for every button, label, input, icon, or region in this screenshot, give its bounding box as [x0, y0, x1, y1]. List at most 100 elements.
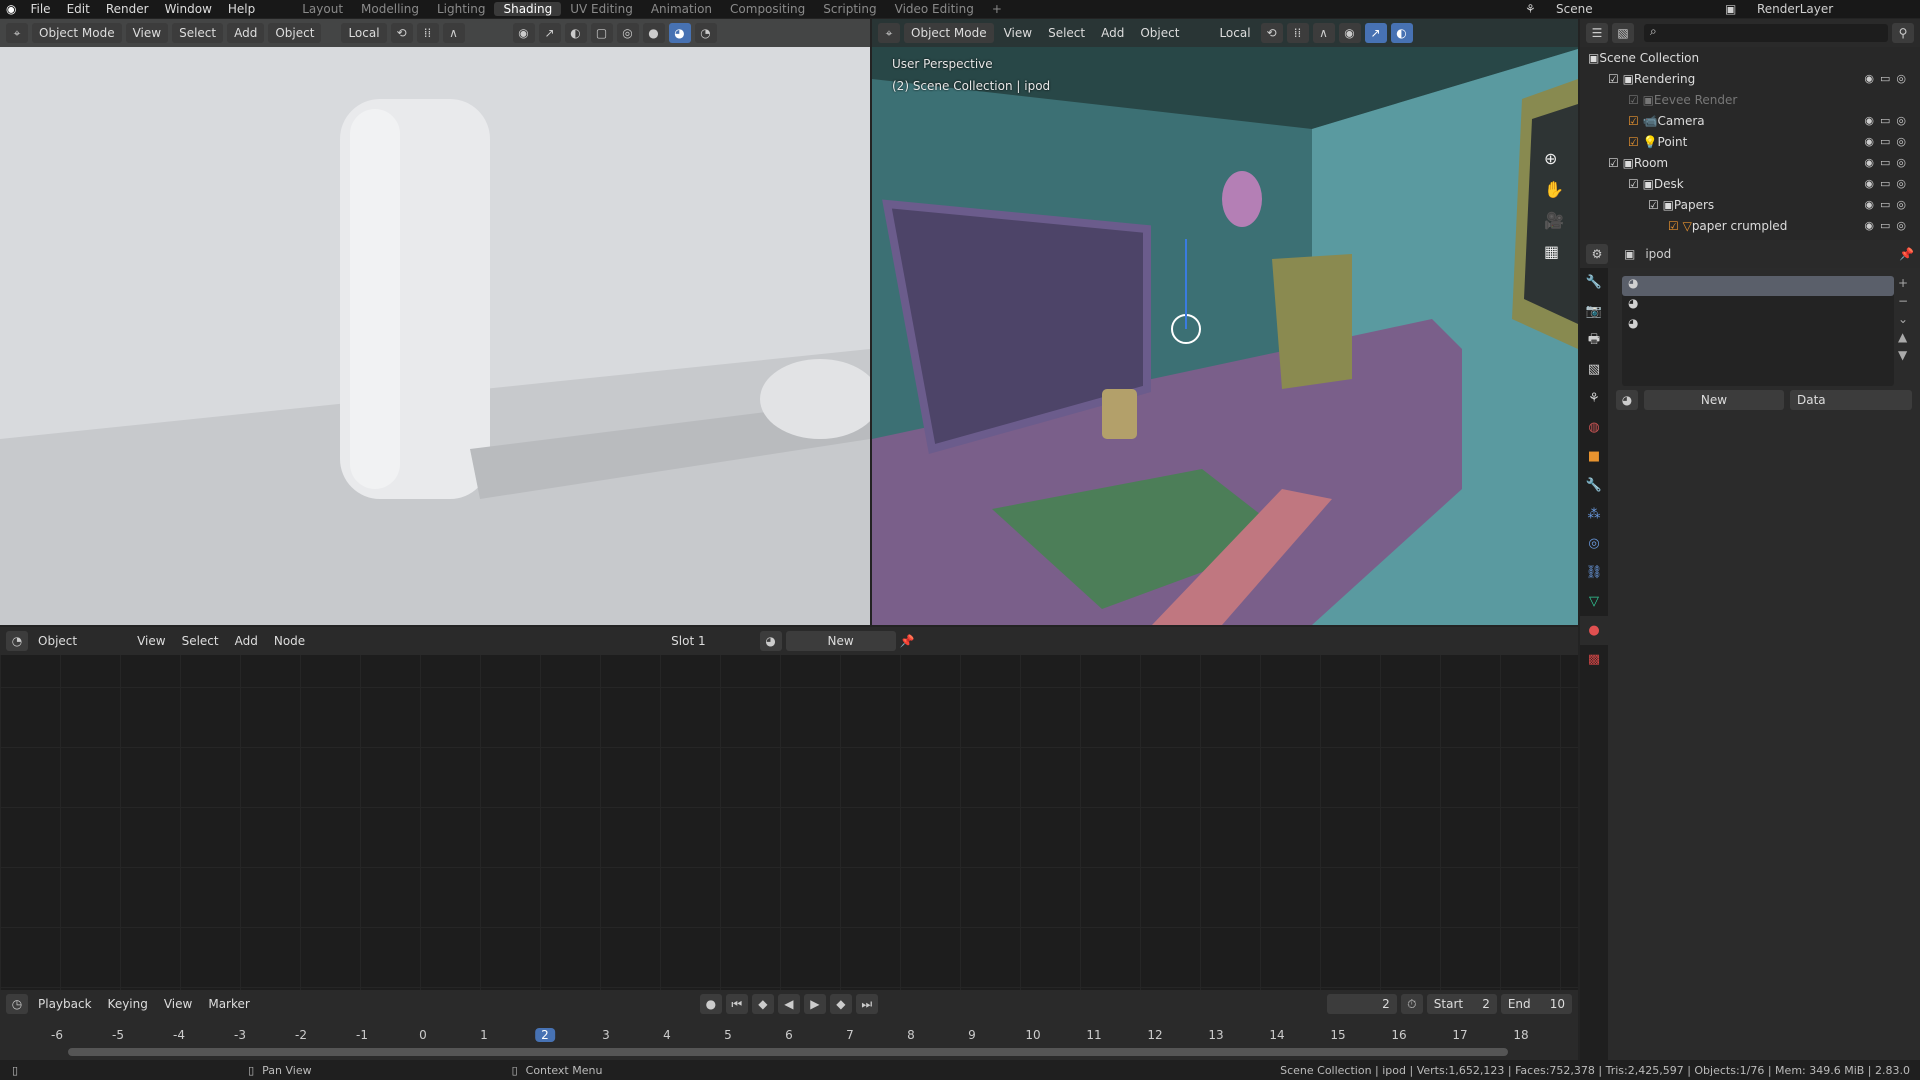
view-layer-name[interactable]: RenderLayer [1757, 2, 1833, 16]
proportional-edit-icon[interactable]: ∧ [442, 23, 465, 43]
pivot-icon[interactable]: ⟲ [1260, 23, 1283, 43]
current-frame-field[interactable]: 2 [1326, 994, 1397, 1014]
zoom-icon[interactable]: ⊕ [1544, 149, 1564, 168]
play-icon[interactable]: ▶ [803, 994, 826, 1014]
menu-keying[interactable]: Keying [102, 997, 154, 1011]
slot-dropdown[interactable]: Slot 1 [665, 634, 711, 648]
menu-view[interactable]: View [158, 997, 198, 1011]
right-viewport-material-preview[interactable]: ⌖ Object Mode View Select Add Object Loc… [872, 19, 1578, 625]
menu-render[interactable]: Render [98, 2, 157, 16]
object-tab-icon[interactable]: ■ [1580, 442, 1608, 471]
outliner-item[interactable]: ☑ ▣ Room ◉▭◎ [1580, 152, 1920, 173]
pan-hand-icon[interactable]: ✋ [1544, 180, 1564, 199]
visibility-toggle-icons[interactable]: ◉▭◎ [1864, 135, 1912, 148]
tool-tab-icon[interactable]: 🔧 [1580, 268, 1608, 297]
render-tab-icon[interactable]: 📷 [1580, 297, 1608, 326]
overlay-icon[interactable]: ◐ [1390, 23, 1413, 43]
play-reverse-icon[interactable]: ◀ [777, 994, 800, 1014]
menu-object[interactable]: Object [1134, 26, 1185, 40]
menu-help[interactable]: Help [220, 2, 263, 16]
outliner-item[interactable]: ☑ 📹 Camera ◉▭◎ [1580, 110, 1920, 131]
add-workspace-button[interactable]: + [983, 2, 1011, 16]
tab-compositing[interactable]: Compositing [721, 2, 814, 16]
tab-lighting[interactable]: Lighting [428, 2, 495, 16]
tab-shading[interactable]: Shading [494, 2, 562, 16]
solid-shading-icon[interactable]: ● [642, 23, 665, 43]
menu-view[interactable]: View [131, 634, 171, 648]
link-dropdown[interactable]: Data [1790, 390, 1912, 410]
menu-select[interactable]: Select [176, 634, 225, 648]
constraints-tab-icon[interactable]: ⛓ [1580, 558, 1608, 587]
menu-add[interactable]: Add [227, 23, 265, 43]
browse-material-icon[interactable]: ◕ [1616, 390, 1638, 410]
outliner-search-input[interactable]: ⌕ [1644, 24, 1888, 42]
physics-tab-icon[interactable]: ◎ [1580, 529, 1608, 558]
orientation-dropdown[interactable]: Local [1213, 26, 1256, 40]
xray-icon[interactable]: ▢ [590, 23, 613, 43]
left-viewport-rendered[interactable]: ⌖ Object Mode View Select Add Object Loc… [0, 19, 870, 625]
menu-add[interactable]: Add [229, 634, 264, 648]
scene-icon[interactable]: ⚘ [1525, 2, 1536, 16]
snap-icon[interactable]: ⁞⁞ [416, 23, 439, 43]
slot-specials-button[interactable]: ⌄ [1898, 312, 1908, 326]
browse-material-icon[interactable]: ◕ [759, 631, 782, 651]
modifier-tab-icon[interactable]: 🔧 [1580, 471, 1608, 500]
menu-select[interactable]: Select [1042, 26, 1091, 40]
camera-view-icon[interactable]: 🎥 [1544, 211, 1564, 230]
material-shading-icon[interactable]: ◕ [668, 23, 691, 43]
texture-tab-icon[interactable]: ▩ [1580, 645, 1608, 674]
node-editor-type-icon[interactable]: ◔ [6, 631, 28, 651]
start-frame-field[interactable]: Start 2 [1426, 994, 1497, 1014]
pivot-icon[interactable]: ⟲ [390, 23, 413, 43]
menu-add[interactable]: Add [1095, 26, 1130, 40]
outliner-item[interactable]: ☑ ▣ Eevee Render [1580, 89, 1920, 110]
material-slot-1[interactable]: ◕ [1622, 276, 1894, 296]
preview-range-icon[interactable]: ⏱ [1400, 994, 1423, 1014]
visibility-toggle-icons[interactable]: ◉▭◎ [1864, 198, 1912, 211]
overlay-icon[interactable]: ◐ [564, 23, 587, 43]
visibility-toggle-icons[interactable]: ◉▭◎ [1864, 156, 1912, 169]
outliner-item[interactable]: ☑ ▣ Rendering ◉▭◎ [1580, 68, 1920, 89]
move-slot-down-button[interactable]: ▼ [1898, 348, 1908, 362]
timeline-editor-icon[interactable]: ◷ [6, 994, 28, 1014]
pin-icon[interactable]: 📌 [1899, 247, 1914, 261]
visibility-toggle-icons[interactable]: ◉▭◎ [1864, 219, 1912, 232]
view-layer-icon[interactable]: ▣ [1725, 2, 1736, 16]
timeline-scrollbar[interactable] [68, 1048, 1508, 1056]
gizmo-icon[interactable]: ↗ [538, 23, 561, 43]
filter-icon[interactable]: ⚲ [1892, 23, 1914, 43]
outliner-item[interactable]: ☑ ▣ Papers ◉▭◎ [1580, 194, 1920, 215]
tab-uv-editing[interactable]: UV Editing [561, 2, 642, 16]
visibility-icon[interactable]: ◉ [512, 23, 535, 43]
menu-file[interactable]: File [22, 2, 58, 16]
editor-type-icon[interactable]: ⌖ [6, 23, 28, 43]
tab-scripting[interactable]: Scripting [814, 2, 885, 16]
menu-node[interactable]: Node [268, 634, 311, 648]
gizmo-icon[interactable]: ↗ [1364, 23, 1387, 43]
next-keyframe-icon[interactable]: ◆ [829, 994, 852, 1014]
menu-select[interactable]: Select [172, 23, 224, 43]
blender-logo-icon[interactable]: ◉ [0, 2, 22, 16]
world-tab-icon[interactable]: ◍ [1580, 413, 1608, 442]
material-slot-list[interactable]: ◕ ◕ ◕ [1622, 276, 1894, 386]
jump-start-icon[interactable]: ⏮ [725, 994, 748, 1014]
shader-node-editor[interactable]: ◔ Object View Select Add Node Slot 1 ◕ N… [0, 627, 1578, 990]
tab-animation[interactable]: Animation [642, 2, 721, 16]
pin-icon[interactable]: 📌 [900, 634, 915, 648]
new-material-button[interactable]: New [785, 631, 896, 651]
orientation-dropdown[interactable]: Local [341, 23, 387, 43]
outliner-item[interactable]: ☑ ▽ paper crumpled ◉▭◎ [1580, 215, 1920, 236]
visibility-toggle-icons[interactable]: ◉▭◎ [1864, 72, 1912, 85]
outliner-editor-icon[interactable]: ☰ [1586, 23, 1608, 43]
outliner-item[interactable]: ▣ Scene Collection [1580, 47, 1920, 68]
scene-tab-icon[interactable]: ⚘ [1580, 384, 1608, 413]
menu-edit[interactable]: Edit [59, 2, 98, 16]
record-icon[interactable]: ● [699, 994, 722, 1014]
wireframe-shading-icon[interactable]: ◎ [616, 23, 639, 43]
rendered-shading-icon[interactable]: ◔ [694, 23, 717, 43]
data-tab-icon[interactable]: ▽ [1580, 587, 1608, 616]
ortho-grid-icon[interactable]: ▦ [1544, 242, 1564, 261]
mode-dropdown[interactable]: Object Mode [904, 23, 994, 43]
visibility-icon[interactable]: ◉ [1338, 23, 1361, 43]
jump-end-icon[interactable]: ⏭ [855, 994, 878, 1014]
